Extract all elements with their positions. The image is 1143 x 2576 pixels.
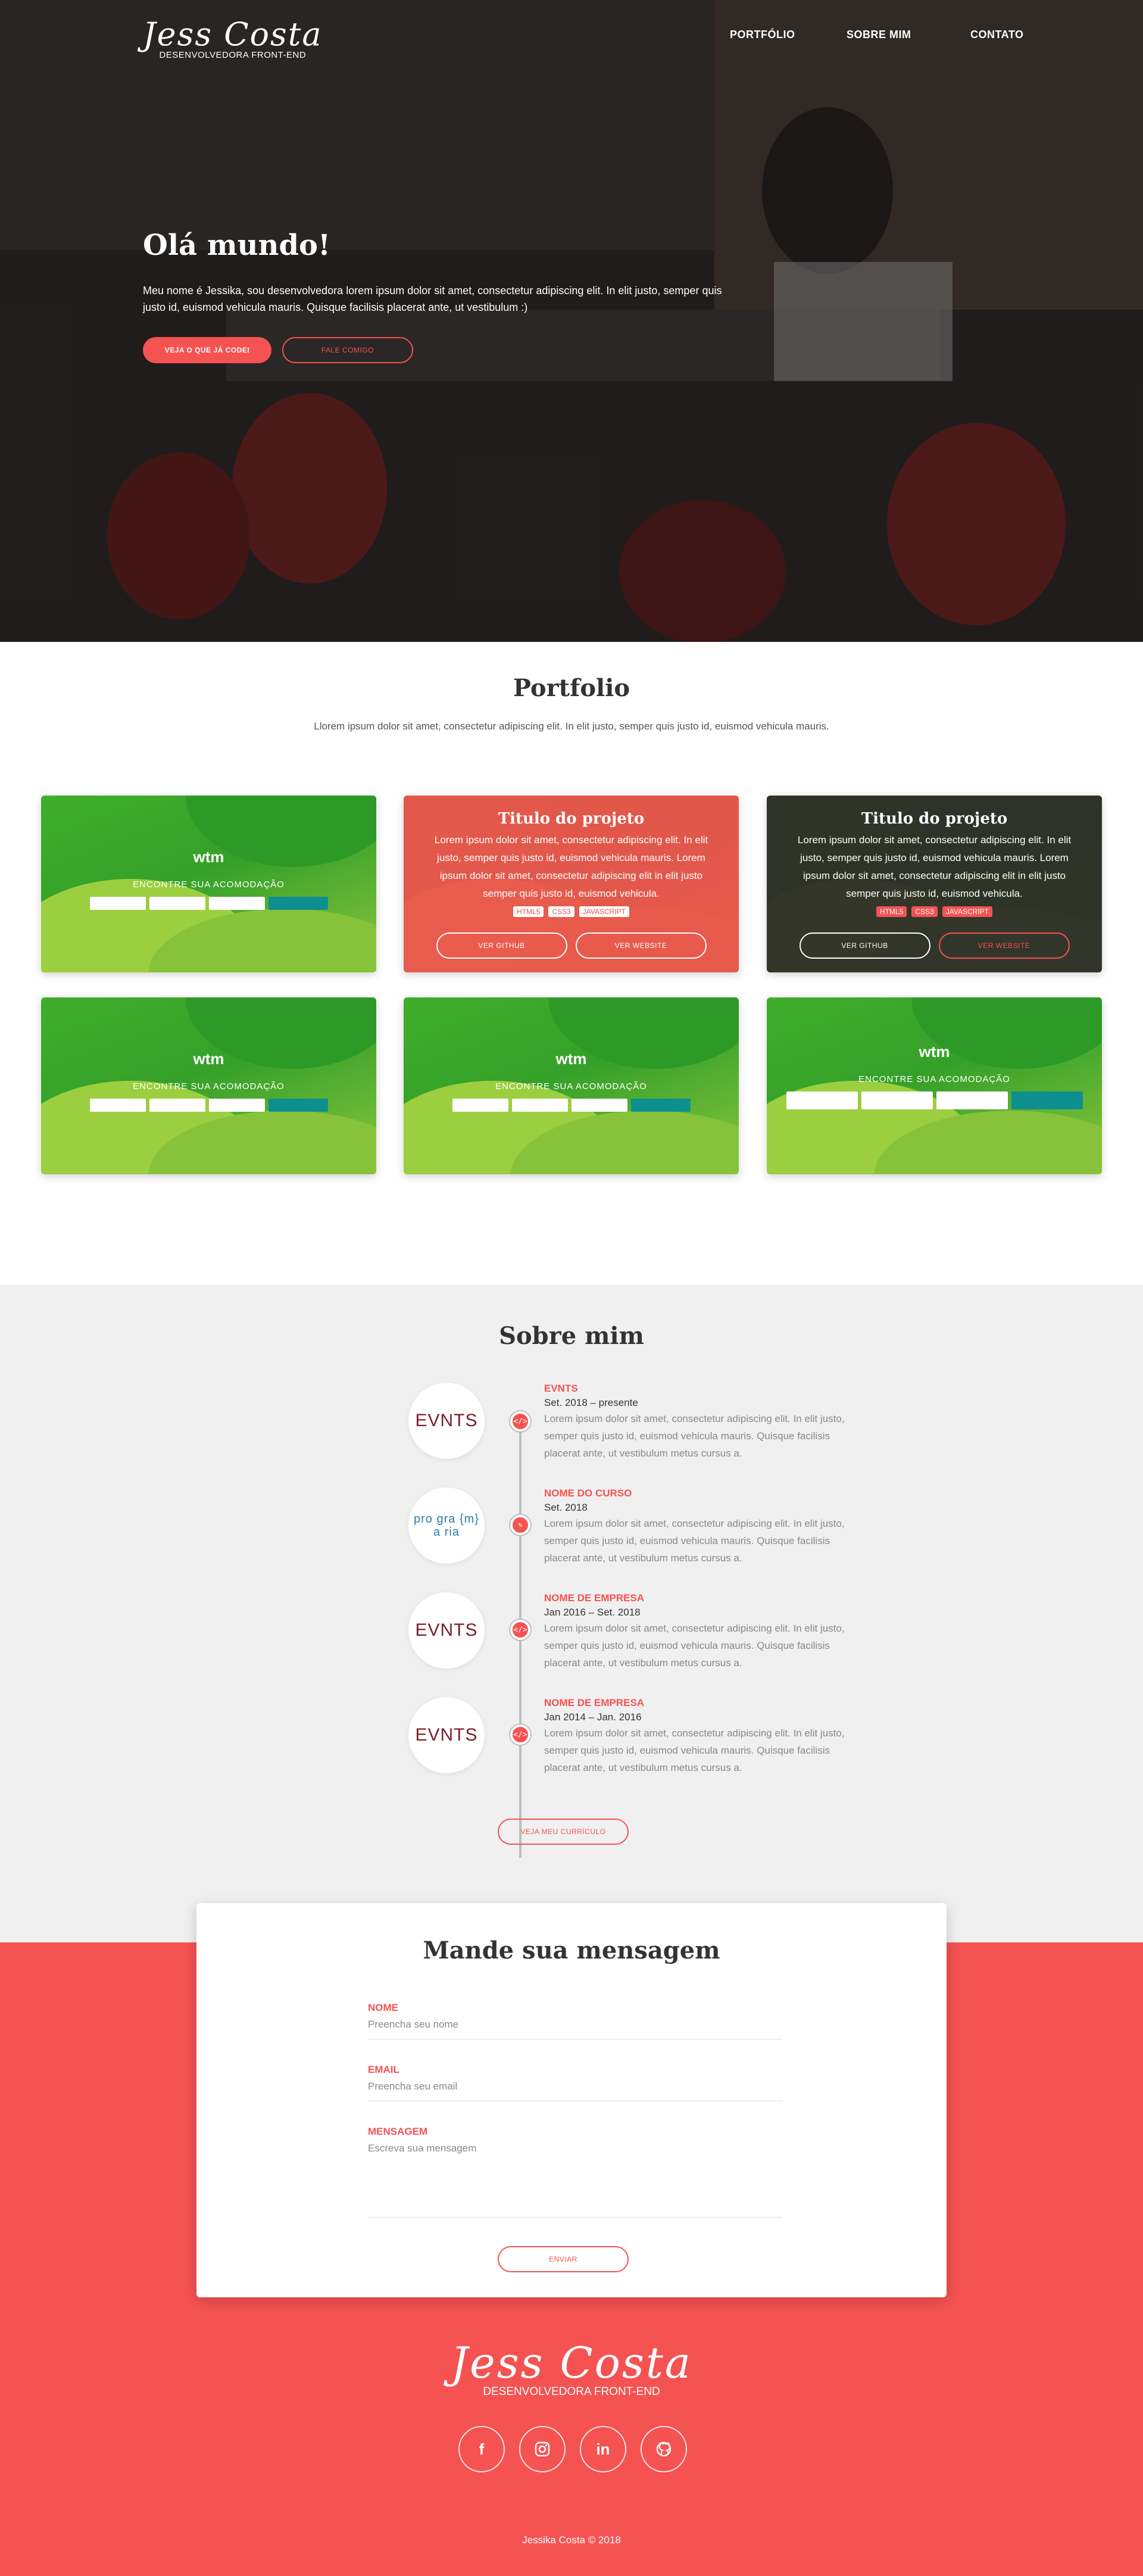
timeline-role: NOME DE EMPRESA (544, 1592, 645, 1604)
timeline-description: Lorem ipsum dolor sit amet, consectetur … (544, 1413, 845, 1459)
timeline-role: NOME DO CURSO (544, 1487, 632, 1499)
name-label: NOME (368, 2002, 398, 2013)
logo-subtitle: DESENVOLVEDORA FRONT-END (159, 50, 307, 60)
project-description: Lorem ipsum dolor sit amet, consectetur … (797, 834, 1072, 899)
project-thumbnail: wtm ENCONTRE SUA ACOMODAÇÃO (404, 997, 739, 1174)
social-links: f in (458, 2426, 687, 2472)
copyright-text: Jessika Costa © 2018 (522, 2534, 621, 2546)
logo-script: Jess Costa (143, 15, 323, 53)
project-description: Lorem ipsum dolor sit amet, consectetur … (434, 834, 708, 899)
site-logo[interactable]: Jess Costa DESENVOLVEDORA FRONT-END (143, 15, 323, 61)
hero-section: Jess Costa DESENVOLVEDORA FRONT-END PORT… (0, 0, 1143, 642)
company-logo: EVNTS (408, 1697, 485, 1773)
timeline-date: Set. 2018 – presente (544, 1397, 638, 1408)
portfolio-title: Portfolio (513, 674, 630, 702)
project-thumbnail: wtm ENCONTRE SUA ACOMODAÇÃO (767, 997, 1102, 1174)
timeline-role: EVNTS (544, 1383, 578, 1394)
tag-html5: HTML5 (513, 906, 544, 917)
course-logo: pro gra {m} a ria (408, 1487, 485, 1564)
tag-javascript: JAVASCRIPT (942, 906, 992, 917)
talk-to-me-button[interactable]: FALE COMIGO (282, 337, 413, 363)
portfolio-card[interactable]: wtm ENCONTRE SUA ACOMODAÇÃO (41, 997, 376, 1174)
project-title: Titulo do projeto (498, 810, 645, 828)
tag-javascript: JAVASCRIPT (579, 906, 629, 917)
website-button[interactable]: VER WEBSITE (575, 933, 707, 959)
name-placeholder[interactable]: Preencha seu nome (368, 2019, 782, 2039)
website-button[interactable]: VER WEBSITE (938, 933, 1070, 959)
email-placeholder[interactable]: Preencha seu email (368, 2081, 782, 2101)
see-code-button[interactable]: VEJA O QUE JÁ CODEI (143, 337, 271, 363)
portfolio-card-hover[interactable]: Titulo do projeto Lorem ipsum dolor sit … (404, 796, 739, 972)
name-field[interactable]: NOME Preencha seu nome (368, 2002, 782, 2039)
send-button[interactable]: ENVIAR (498, 2246, 629, 2272)
contact-title: Mande sua mensagem (423, 1936, 720, 1964)
project-title: Titulo do projeto (861, 810, 1008, 828)
timeline-role: NOME DE EMPRESA (544, 1697, 645, 1708)
wtm-logo: wtm (193, 1050, 224, 1068)
portfolio-card[interactable]: wtm ENCONTRE SUA ACOMODAÇÃO (767, 997, 1102, 1174)
portfolio-card[interactable]: wtm ENCONTRE SUA ACOMODAÇÃO (41, 796, 376, 972)
message-label: MENSAGEM (368, 2126, 428, 2137)
footer-logo-script: Jess Costa (451, 2338, 692, 2388)
hero-title: Olá mundo! (143, 229, 331, 262)
project-tags: HTML5 CSS3 JAVASCRIPT (787, 906, 1082, 917)
hero-overlay (0, 0, 1143, 642)
message-placeholder[interactable]: Escreva sua mensagem (368, 2142, 782, 2163)
linkedin-icon[interactable]: in (580, 2426, 626, 2472)
github-icon[interactable] (641, 2426, 687, 2472)
tag-css3: CSS3 (548, 906, 574, 917)
project-overlay: Titulo do projeto Lorem ipsum dolor sit … (767, 796, 1102, 972)
facebook-icon[interactable]: f (458, 2426, 505, 2472)
thumbnail-tagline: ENCONTRE SUA ACOMODAÇÃO (858, 1074, 1010, 1084)
code-icon: </> (510, 1620, 530, 1640)
footer-logo[interactable]: Jess Costa DESENVOLVEDORA FRONT-END (0, 2339, 1143, 2399)
code-icon: </> (510, 1411, 530, 1432)
portfolio-subtitle: Llorem ipsum dolor sit amet, consectetur… (314, 721, 829, 732)
wtm-logo: wtm (919, 1043, 950, 1061)
pencil-icon: ✎ (510, 1515, 530, 1535)
company-logo: EVNTS (408, 1383, 485, 1459)
timeline-description: Lorem ipsum dolor sit amet, consectetur … (544, 1623, 845, 1669)
hero-text: Meu nome é Jessika, sou desenvolvedora l… (143, 285, 722, 313)
thumbnail-tagline: ENCONTRE SUA ACOMODAÇÃO (495, 1081, 647, 1091)
wtm-logo: wtm (193, 848, 224, 866)
message-field[interactable]: MENSAGEM Escreva sua mensagem (368, 2126, 782, 2218)
footer-logo-subtitle: DESENVOLVEDORA FRONT-END (483, 2385, 660, 2398)
timeline-date: Jan 2014 – Jan. 2016 (544, 1711, 642, 1723)
thumbnail-tagline: ENCONTRE SUA ACOMODAÇÃO (133, 1081, 285, 1091)
project-thumbnail: wtm ENCONTRE SUA ACOMODAÇÃO (41, 796, 376, 972)
project-overlay: Titulo do projeto Lorem ipsum dolor sit … (404, 796, 739, 972)
timeline-description: Lorem ipsum dolor sit amet, consectetur … (544, 1518, 845, 1564)
code-icon: </> (510, 1724, 530, 1745)
github-button[interactable]: VER GITHUB (799, 933, 930, 959)
tag-html5: HTML5 (876, 906, 907, 917)
about-section: Sobre mim EVNTS </> EVNTS Set. 2018 – pr… (0, 1285, 1143, 1946)
wtm-logo: wtm (555, 1050, 587, 1068)
nav-contact[interactable]: CONTATO (970, 29, 1024, 41)
view-cv-button[interactable]: VEJA MEU CURRÍCULO (498, 1819, 629, 1845)
portfolio-card-hover[interactable]: Titulo do projeto Lorem ipsum dolor sit … (767, 796, 1102, 972)
portfolio-card[interactable]: wtm ENCONTRE SUA ACOMODAÇÃO (404, 997, 739, 1174)
email-field[interactable]: EMAIL Preencha seu email (368, 2064, 782, 2101)
email-label: EMAIL (368, 2064, 399, 2075)
tag-css3: CSS3 (911, 906, 938, 917)
timeline-date: Set. 2018 (544, 1502, 588, 1513)
timeline-description: Lorem ipsum dolor sit amet, consectetur … (544, 1727, 845, 1773)
instagram-icon[interactable] (519, 2426, 566, 2472)
contact-form: Mande sua mensagem NOME Preencha seu nom… (196, 1903, 947, 2297)
timeline-date: Jan 2016 – Set. 2018 (544, 1607, 641, 1618)
company-logo: EVNTS (408, 1592, 485, 1669)
thumbnail-tagline: ENCONTRE SUA ACOMODAÇÃO (133, 880, 285, 890)
about-title: Sobre mim (499, 1322, 644, 1350)
github-button[interactable]: VER GITHUB (436, 933, 567, 959)
nav-portfolio[interactable]: PORTFÓLIO (730, 29, 795, 41)
project-tags: HTML5 CSS3 JAVASCRIPT (424, 906, 719, 917)
project-thumbnail: wtm ENCONTRE SUA ACOMODAÇÃO (41, 997, 376, 1174)
nav-about[interactable]: SOBRE MIM (847, 29, 911, 41)
